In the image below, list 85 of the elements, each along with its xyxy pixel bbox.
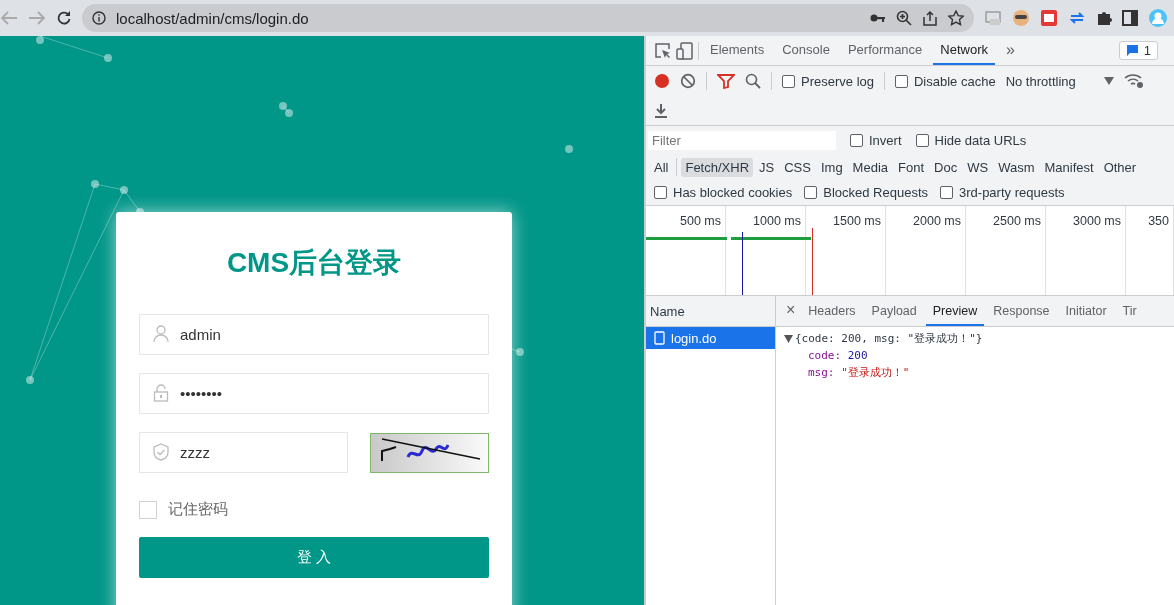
document-icon (654, 331, 665, 345)
filter-field[interactable]: Filter (648, 130, 836, 150)
checkbox-label: Blocked Requests (823, 185, 928, 200)
fe-icon[interactable] (1040, 9, 1058, 27)
checkbox[interactable] (940, 186, 953, 199)
share-icon[interactable] (922, 10, 938, 26)
shield-icon (153, 443, 169, 461)
type-filter[interactable]: Fetch/XHR (681, 157, 754, 177)
user-icon (153, 325, 169, 343)
devtools-tab[interactable]: Elements (703, 36, 772, 65)
device-icon[interactable] (676, 41, 694, 60)
checkbox-label: Has blocked cookies (673, 185, 793, 200)
throttling-dropdown[interactable]: No throttling (1005, 73, 1114, 89)
checkbox-label: Invert (869, 132, 902, 148)
more-tabs-button[interactable]: » (999, 36, 1022, 65)
devtools-tab[interactable]: Console (775, 36, 837, 65)
info-icon[interactable] (92, 11, 106, 25)
devtools-tab[interactable]: Network (933, 36, 995, 65)
timeline-tick: 2000 ms (913, 214, 961, 228)
type-filter[interactable]: All (650, 157, 673, 177)
login-title: CMS后台登录 (226, 246, 402, 280)
type-filter[interactable]: WS (963, 157, 993, 177)
type-filter[interactable]: Doc (930, 157, 962, 177)
zoom-icon[interactable] (896, 10, 912, 26)
wifi-settings-icon[interactable] (1123, 73, 1144, 89)
checkbox-label: Preserve log (801, 73, 874, 89)
type-filter[interactable]: Font (894, 157, 929, 177)
detail-tab[interactable]: Headers (801, 297, 863, 326)
checkbox-label: Disable cache (914, 73, 996, 89)
type-filter[interactable]: Media (848, 157, 893, 177)
column-header: Name (650, 303, 685, 319)
lock-icon (153, 384, 169, 402)
checkbox[interactable] (915, 133, 929, 147)
expand-triangle-icon[interactable] (784, 334, 793, 343)
dropdown-caret-icon (1103, 77, 1114, 85)
download-icon[interactable] (654, 102, 668, 119)
detail-tab[interactable]: Initiator (1058, 297, 1114, 326)
checkbox[interactable] (654, 186, 667, 199)
checkbox-label: Hide data URLs (934, 132, 1027, 148)
checkbox-label: 3rd-party requests (959, 185, 1065, 200)
search-icon[interactable] (745, 73, 761, 89)
timeline-tick: 1500 ms (833, 214, 881, 228)
record-icon[interactable] (654, 73, 670, 89)
message-icon (1125, 44, 1139, 57)
puzzle-icon[interactable] (1096, 10, 1112, 26)
timeline-tick: 1000 ms (753, 214, 801, 228)
timeline-tick: 2500 ms (993, 214, 1041, 228)
address-bar[interactable]: localhost/admin/cms/login.do (82, 4, 974, 32)
close-button[interactable]: × (782, 301, 800, 326)
filter-icon[interactable] (717, 73, 735, 89)
password-field[interactable]: •••••••• (139, 373, 489, 414)
type-filter[interactable]: Manifest (1040, 157, 1098, 177)
login-button[interactable]: 登 入 (139, 537, 489, 578)
type-filter[interactable]: Img (816, 157, 847, 177)
checkbox[interactable] (782, 74, 795, 88)
timeline-tick: 3000 ms (1073, 214, 1121, 228)
type-filter[interactable]: Other (1099, 157, 1141, 177)
sidebar-icon[interactable] (1122, 10, 1138, 26)
detail-tab[interactable]: Tir (1115, 297, 1144, 326)
star-icon[interactable] (948, 10, 964, 26)
checkbox[interactable] (850, 133, 863, 147)
type-filter[interactable]: Wasm (994, 157, 1039, 177)
issues-badge[interactable]: 1 (1118, 41, 1158, 60)
type-filter[interactable]: CSS (780, 157, 815, 177)
username-field[interactable]: admin (139, 314, 489, 355)
request-row[interactable]: login.do (646, 327, 775, 349)
devtools-tab[interactable]: Performance (840, 36, 930, 65)
captcha-field[interactable]: zzzz (139, 432, 348, 473)
url-text: localhost/admin/cms/login.do (116, 9, 310, 27)
checkbox[interactable] (895, 74, 908, 88)
clear-icon[interactable] (680, 73, 696, 89)
inspect-icon[interactable] (654, 41, 672, 60)
key-icon[interactable] (870, 12, 886, 24)
detail-tab[interactable]: Payload (864, 297, 924, 326)
checkbox-label: 记住密码 (168, 500, 228, 519)
detail-tab[interactable]: Response (986, 297, 1057, 326)
detail-tab[interactable]: Preview (925, 297, 985, 326)
preview-summary: {code: 200, msg: "登录成功！"} (795, 331, 983, 346)
checkbox[interactable] (804, 186, 818, 199)
type-filter[interactable]: JS (755, 157, 779, 177)
preview-property: code: 200 (807, 349, 869, 362)
timeline-tick: 350 (1148, 214, 1169, 228)
preview-property: msg: "登录成功！" (807, 365, 911, 380)
timeline-tick: 500 ms (680, 214, 721, 228)
reload-icon[interactable] (56, 10, 72, 26)
